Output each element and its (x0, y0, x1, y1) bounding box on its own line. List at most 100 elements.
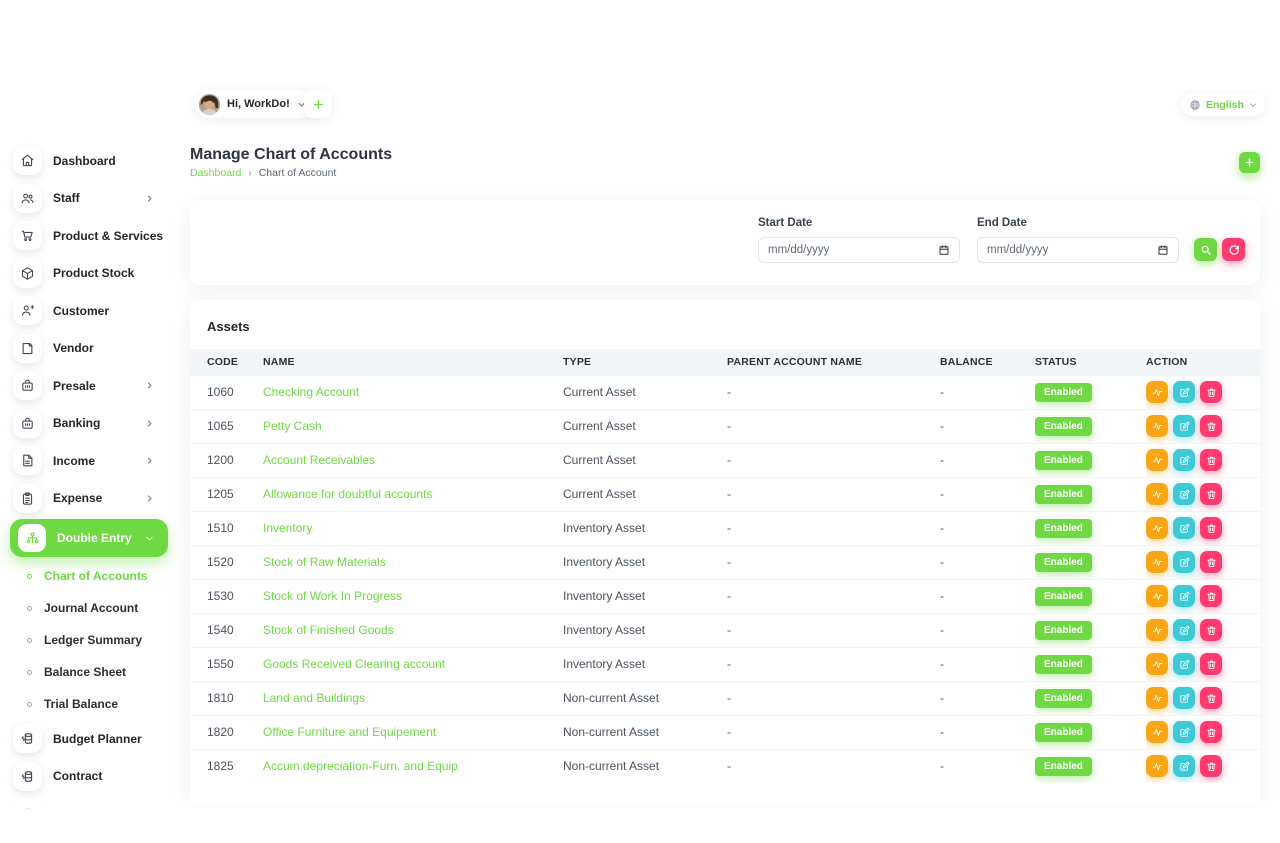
cell-type: Non-current Asset (563, 681, 727, 715)
activity-button[interactable] (1146, 755, 1168, 777)
sidebar-item-presale[interactable]: Presale (0, 367, 178, 405)
cell-action (1146, 647, 1260, 681)
edit-button[interactable] (1173, 755, 1195, 777)
cell-code: 1530 (190, 579, 263, 613)
cell-parent: - (727, 477, 940, 511)
account-name-link[interactable]: Inventory (263, 521, 312, 535)
activity-button[interactable] (1146, 687, 1168, 709)
search-button[interactable] (1194, 238, 1217, 261)
activity-button[interactable] (1146, 517, 1168, 539)
sidebar-item-staff[interactable]: Staff (0, 180, 178, 218)
edit-button[interactable] (1173, 415, 1195, 437)
page-title: Manage Chart of Accounts (190, 146, 392, 164)
sidebar-item-product-stock[interactable]: Product Stock (0, 255, 178, 293)
sidebar-item-product-services[interactable]: Product & Services (0, 217, 178, 255)
sidebar-subitem-balance-sheet[interactable]: Balance Sheet (0, 656, 178, 688)
sidebar-item-customer[interactable]: Customer (0, 292, 178, 330)
cell-balance: - (940, 715, 1035, 749)
account-name-link[interactable]: Accum.depreciation-Furn. and Equip (263, 759, 458, 773)
activity-button[interactable] (1146, 415, 1168, 437)
edit-button[interactable] (1173, 517, 1195, 539)
table-row: 1065Petty CashCurrent Asset--Enabled (190, 409, 1260, 443)
activity-button[interactable] (1146, 585, 1168, 607)
edit-button[interactable] (1173, 483, 1195, 505)
edit-button[interactable] (1173, 721, 1195, 743)
account-name-link[interactable]: Goods Received Clearing account (263, 657, 445, 671)
account-name-link[interactable]: Land and Buildings (263, 691, 365, 705)
edit-button[interactable] (1173, 585, 1195, 607)
account-name-link[interactable]: Petty Cash (263, 419, 322, 433)
coins-icon (20, 806, 35, 821)
account-name-link[interactable]: Stock of Work In Progress (263, 589, 402, 603)
cell-action (1146, 681, 1260, 715)
sidebar-subitem-trial-balance[interactable]: Trial Balance (0, 688, 178, 720)
sidebar-subitem-journal-account[interactable]: Journal Account (0, 592, 178, 624)
account-name-link[interactable]: Stock of Finished Goods (263, 623, 394, 637)
sidebar-item-budget-planner[interactable]: Budget Planner (0, 720, 178, 758)
trash-button[interactable] (1200, 619, 1222, 641)
coins-icon (20, 731, 35, 746)
trash-button[interactable] (1200, 415, 1222, 437)
edit-button[interactable] (1173, 449, 1195, 471)
trash-button[interactable] (1200, 585, 1222, 607)
sidebar-item-label: Dashboard (53, 154, 116, 168)
status-badge: Enabled (1035, 689, 1092, 708)
user-menu-button[interactable]: Hi, WorkDo! (195, 90, 316, 118)
trash-button[interactable] (1200, 449, 1222, 471)
sidebar-item-double-entry[interactable]: Double Entry (10, 519, 168, 557)
sidebar-subitem-chart-of-accounts[interactable]: Chart of Accounts (0, 560, 178, 592)
cell-name: Stock of Finished Goods (263, 613, 563, 647)
activity-button[interactable] (1146, 483, 1168, 505)
language-selector[interactable]: English (1181, 93, 1265, 116)
sidebar-item-contract[interactable]: Contract (0, 758, 178, 796)
trash-button[interactable] (1200, 755, 1222, 777)
sidebar-item-banking[interactable]: Banking (0, 405, 178, 443)
sidebar-item-dashboard[interactable]: Dashboard (0, 142, 178, 180)
activity-button[interactable] (1146, 721, 1168, 743)
quick-add-button[interactable] (304, 90, 332, 118)
cell-parent: - (727, 647, 940, 681)
activity-button[interactable] (1146, 381, 1168, 403)
add-account-button[interactable] (1239, 152, 1260, 173)
trash-button[interactable] (1200, 687, 1222, 709)
reset-button[interactable] (1222, 238, 1245, 261)
chevron-down-icon (1249, 101, 1257, 109)
sidebar-item-vendor[interactable]: Vendor (0, 330, 178, 368)
cell-type: Current Asset (563, 443, 727, 477)
cell-code: 1065 (190, 409, 263, 443)
trash-button[interactable] (1200, 483, 1222, 505)
account-name-link[interactable]: Account Receivables (263, 453, 375, 467)
sidebar-subitem-label: Ledger Summary (44, 633, 142, 647)
account-name-link[interactable]: Office Furniture and Equipement (263, 725, 436, 739)
edit-button[interactable] (1173, 619, 1195, 641)
trash-button[interactable] (1200, 721, 1222, 743)
trash-button[interactable] (1200, 517, 1222, 539)
edit-button[interactable] (1173, 653, 1195, 675)
trash-button[interactable] (1200, 551, 1222, 573)
activity-button[interactable] (1146, 449, 1168, 471)
account-name-link[interactable]: Checking Account (263, 385, 359, 399)
sidebar-item-label: Staff (53, 191, 80, 205)
calendar-icon[interactable] (1157, 244, 1169, 256)
sidebar-item-income[interactable]: Income (0, 442, 178, 480)
cell-parent: - (727, 443, 940, 477)
calendar-icon[interactable] (938, 244, 950, 256)
account-name-link[interactable]: Allowance for doubtful accounts (263, 487, 432, 501)
trash-button[interactable] (1200, 653, 1222, 675)
activity-button[interactable] (1146, 619, 1168, 641)
edit-button[interactable] (1173, 381, 1195, 403)
activity-button[interactable] (1146, 551, 1168, 573)
start-date-input[interactable]: mm/dd/yyyy (758, 237, 960, 263)
sidebar-subitem-ledger-summary[interactable]: Ledger Summary (0, 624, 178, 656)
breadcrumb-dashboard-link[interactable]: Dashboard (190, 167, 241, 179)
edit-button[interactable] (1173, 551, 1195, 573)
end-date-input[interactable]: mm/dd/yyyy (977, 237, 1179, 263)
sidebar-item-expense[interactable]: Expense (0, 480, 178, 518)
trash-button[interactable] (1200, 381, 1222, 403)
activity-button[interactable] (1146, 653, 1168, 675)
sidebar-item-clipped[interactable] (0, 795, 178, 833)
cell-name: Stock of Work In Progress (263, 579, 563, 613)
account-name-link[interactable]: Stock of Raw Materials (263, 555, 386, 569)
edit-button[interactable] (1173, 687, 1195, 709)
sidebar-item-label: Banking (53, 416, 100, 430)
